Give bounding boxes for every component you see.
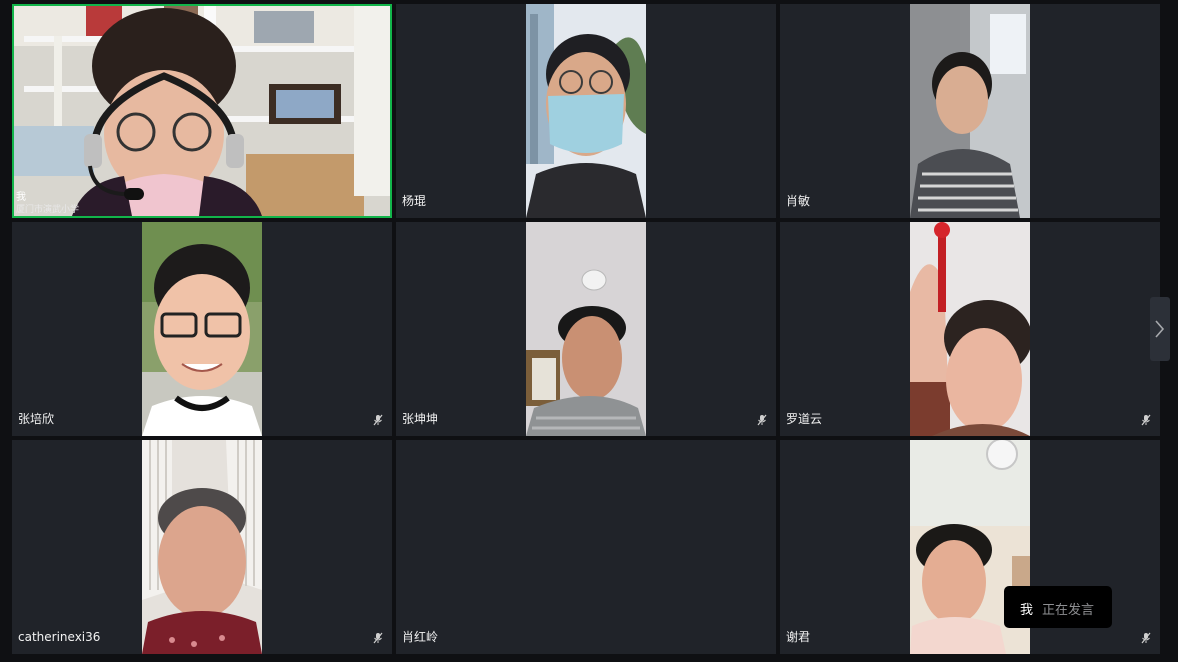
speaker-name: 我: [1020, 603, 1034, 618]
self-name-label: 我 厦门市演武小学: [16, 192, 79, 216]
mic-muted-icon: [373, 414, 383, 426]
mic-muted-icon: [1141, 414, 1151, 426]
self-video: [14, 6, 390, 216]
participant-name: catherinexi36: [18, 630, 101, 644]
participant-video: [526, 4, 646, 218]
participant-video: [910, 222, 1030, 436]
video-grid: 我 厦门市演武小学 杨琨 肖敏 张培欣 张坤坤 罗道云 catherinexi3…: [0, 0, 1178, 662]
participant-tile[interactable]: 肖敏: [780, 4, 1160, 218]
participant-video: [910, 4, 1030, 218]
participant-tile[interactable]: 张培欣: [12, 222, 392, 436]
mic-muted-icon: [1141, 632, 1151, 644]
participant-video: [142, 222, 262, 436]
mic-muted-icon: [757, 414, 767, 426]
participant-video: [142, 440, 262, 654]
speaking-indicator: 我 正在发言: [1004, 586, 1112, 628]
self-organization: 厦门市演武小学: [16, 205, 80, 215]
participant-name: 张坤坤: [402, 412, 439, 426]
participant-name: 谢君: [786, 630, 811, 644]
participant-name: 杨琨: [402, 194, 427, 208]
participant-tile[interactable]: 杨琨: [396, 4, 776, 218]
self-name: 我: [16, 192, 26, 203]
participant-name: 罗道云: [786, 412, 823, 426]
participant-name: 肖红岭: [402, 630, 439, 644]
participant-name: 肖敏: [786, 194, 811, 208]
participant-tile[interactable]: 肖红岭: [396, 440, 776, 654]
mic-muted-icon: [373, 632, 383, 644]
participant-name: 张培欣: [18, 412, 55, 426]
participant-tile[interactable]: catherinexi36: [12, 440, 392, 654]
next-page-button[interactable]: [1150, 297, 1170, 361]
participant-video: [526, 222, 646, 436]
participant-tile[interactable]: 罗道云: [780, 222, 1160, 436]
speaking-status: 正在发言: [1042, 603, 1095, 618]
chevron-right-icon: [1155, 320, 1165, 338]
participant-tile-self[interactable]: 我 厦门市演武小学: [12, 4, 392, 218]
participant-tile[interactable]: 张坤坤: [396, 222, 776, 436]
